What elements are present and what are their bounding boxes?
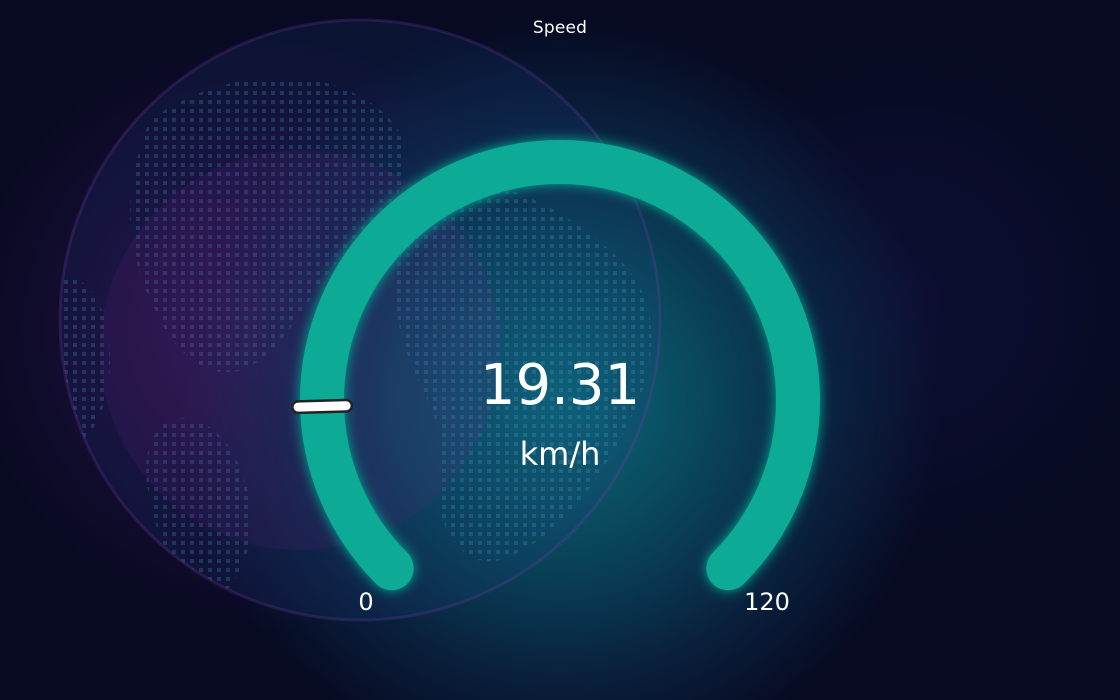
gauge-value: 19.31 bbox=[479, 353, 641, 418]
speed-gauge-panel: Speed 19.31 km/h 0 120 bbox=[0, 0, 1120, 700]
gauge-min-label: 0 bbox=[358, 588, 374, 616]
gauge-unit: km/h bbox=[519, 435, 601, 473]
gauge-max-label: 120 bbox=[744, 588, 790, 616]
gauge-pointer bbox=[293, 401, 351, 412]
